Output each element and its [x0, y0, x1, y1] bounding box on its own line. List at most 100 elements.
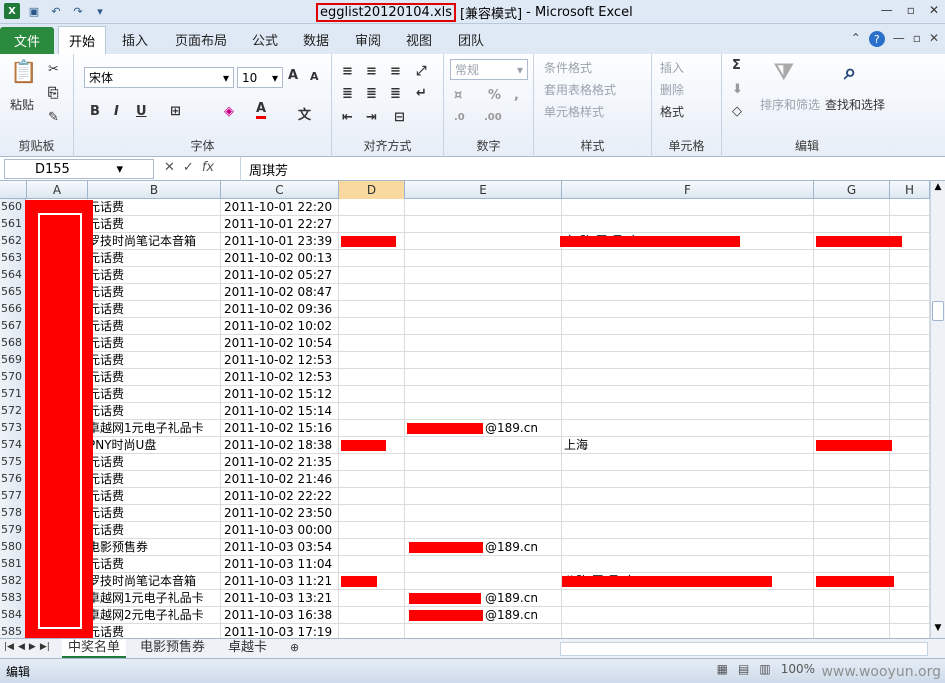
underline-icon[interactable]: U: [136, 104, 147, 119]
cell-g[interactable]: [814, 488, 890, 505]
row-header[interactable]: 578: [0, 505, 26, 522]
binoculars-icon[interactable]: ⌕: [844, 60, 856, 85]
cell-b[interactable]: 罗技时尚笔记本音箱: [88, 233, 221, 250]
cell-b[interactable]: 元话费: [88, 505, 221, 522]
font-size-combo[interactable]: 10 ▾: [237, 67, 283, 88]
cell-e[interactable]: [405, 556, 562, 573]
cell-g[interactable]: [814, 624, 890, 638]
fill-icon[interactable]: ⬇: [732, 82, 743, 97]
delete-cells-button[interactable]: 删除: [660, 81, 684, 98]
cell-d[interactable]: [339, 284, 405, 301]
row-header[interactable]: 582: [0, 573, 26, 590]
cell-c[interactable]: 2011-10-02 12:53: [221, 352, 339, 369]
cell-g[interactable]: [814, 352, 890, 369]
shrink-font-icon[interactable]: A: [310, 70, 319, 83]
cell-g[interactable]: [814, 335, 890, 352]
cell-g[interactable]: [814, 590, 890, 607]
cut-icon[interactable]: ✂: [48, 62, 59, 77]
cell-f[interactable]: [562, 199, 814, 216]
select-all-corner[interactable]: [0, 181, 27, 199]
close-icon[interactable]: ✕: [929, 3, 939, 17]
align-bottom-icon[interactable]: ≡: [390, 64, 401, 79]
cell-d[interactable]: [339, 522, 405, 539]
sheet-tab-movie[interactable]: 电影预售券: [134, 639, 211, 658]
cell-g[interactable]: [814, 216, 890, 233]
column-header-f[interactable]: F: [562, 181, 814, 199]
cell-b[interactable]: 元话费: [88, 284, 221, 301]
cell-g[interactable]: [814, 318, 890, 335]
cell-e[interactable]: [405, 301, 562, 318]
cell-c[interactable]: 2011-10-01 22:20: [221, 199, 339, 216]
cell-h[interactable]: [890, 437, 930, 454]
row-header[interactable]: 585: [0, 624, 26, 638]
cell-h[interactable]: [890, 420, 930, 437]
cell-h[interactable]: [890, 573, 930, 590]
cell-h[interactable]: [890, 522, 930, 539]
grow-font-icon[interactable]: A: [288, 68, 298, 83]
cell-e[interactable]: [405, 199, 562, 216]
customize-qat-icon[interactable]: ▾: [92, 3, 108, 19]
cell-b[interactable]: 元话费: [88, 352, 221, 369]
cell-f[interactable]: [562, 267, 814, 284]
minimize-icon[interactable]: —: [881, 3, 893, 17]
cell-f[interactable]: [562, 369, 814, 386]
worksheet-grid[interactable]: A B C D E F G H 560 元话费 2011-10-01 22:20 56…: [0, 181, 930, 638]
cell-b[interactable]: 卓越网2元电子礼品卡: [88, 607, 221, 624]
tab-home[interactable]: 开始: [58, 26, 106, 54]
sheet-tab-winners[interactable]: 中奖名单: [62, 639, 127, 658]
cell-e[interactable]: [405, 250, 562, 267]
help-icon[interactable]: ?: [868, 31, 885, 47]
cell-g[interactable]: [814, 369, 890, 386]
scroll-up-icon[interactable]: ▲: [932, 182, 944, 196]
cell-f[interactable]: [562, 556, 814, 573]
cell-d[interactable]: [339, 420, 405, 437]
undo-icon[interactable]: ↶: [48, 3, 64, 19]
cell-d[interactable]: [339, 505, 405, 522]
cell-f[interactable]: [562, 454, 814, 471]
row-header[interactable]: 564: [0, 267, 26, 284]
cell-c[interactable]: 2011-10-03 11:21: [221, 573, 339, 590]
new-sheet-icon[interactable]: ⊕: [284, 639, 305, 658]
cell-h[interactable]: [890, 199, 930, 216]
cancel-icon[interactable]: ✕: [164, 160, 175, 175]
cell-c[interactable]: 2011-10-02 10:02: [221, 318, 339, 335]
cell-h[interactable]: [890, 471, 930, 488]
cell-h[interactable]: [890, 369, 930, 386]
cell-f[interactable]: [562, 284, 814, 301]
cell-c[interactable]: 2011-10-02 21:46: [221, 471, 339, 488]
cell-e[interactable]: [405, 505, 562, 522]
row-header[interactable]: 562: [0, 233, 26, 250]
row-header[interactable]: 567: [0, 318, 26, 335]
wrap-text-icon[interactable]: ↵: [416, 86, 427, 101]
cell-h[interactable]: [890, 267, 930, 284]
cell-c[interactable]: 2011-10-02 21:35: [221, 454, 339, 471]
cell-h[interactable]: [890, 624, 930, 638]
cell-c[interactable]: 2011-10-02 15:16: [221, 420, 339, 437]
sheet-tab-joyo[interactable]: 卓越卡: [222, 639, 273, 658]
cell-b[interactable]: 元话费: [88, 267, 221, 284]
cell-d[interactable]: [339, 454, 405, 471]
row-header[interactable]: 574: [0, 437, 26, 454]
cell-b[interactable]: 元话费: [88, 403, 221, 420]
cell-g[interactable]: [814, 301, 890, 318]
cell-f[interactable]: [562, 624, 814, 638]
paste-button[interactable]: 粘贴: [10, 96, 34, 113]
sort-filter-icon[interactable]: ⧩: [774, 60, 794, 85]
cell-c[interactable]: 2011-10-02 22:22: [221, 488, 339, 505]
cell-b[interactable]: 元话费: [88, 335, 221, 352]
first-sheet-icon[interactable]: |◀: [4, 642, 14, 652]
fill-color-icon[interactable]: ◈: [224, 104, 234, 119]
row-header[interactable]: 565: [0, 284, 26, 301]
tab-data[interactable]: 数据: [303, 30, 329, 49]
cell-g[interactable]: [814, 403, 890, 420]
cell-e[interactable]: [405, 403, 562, 420]
cell-f[interactable]: [562, 505, 814, 522]
cell-c[interactable]: 2011-10-02 08:47: [221, 284, 339, 301]
save-icon[interactable]: ▣: [26, 3, 42, 19]
row-header[interactable]: 584: [0, 607, 26, 624]
cell-d[interactable]: [339, 539, 405, 556]
cell-h[interactable]: [890, 539, 930, 556]
cell-f[interactable]: [562, 216, 814, 233]
cell-c[interactable]: 2011-10-02 15:12: [221, 386, 339, 403]
tab-page-layout[interactable]: 页面布局: [175, 30, 227, 49]
